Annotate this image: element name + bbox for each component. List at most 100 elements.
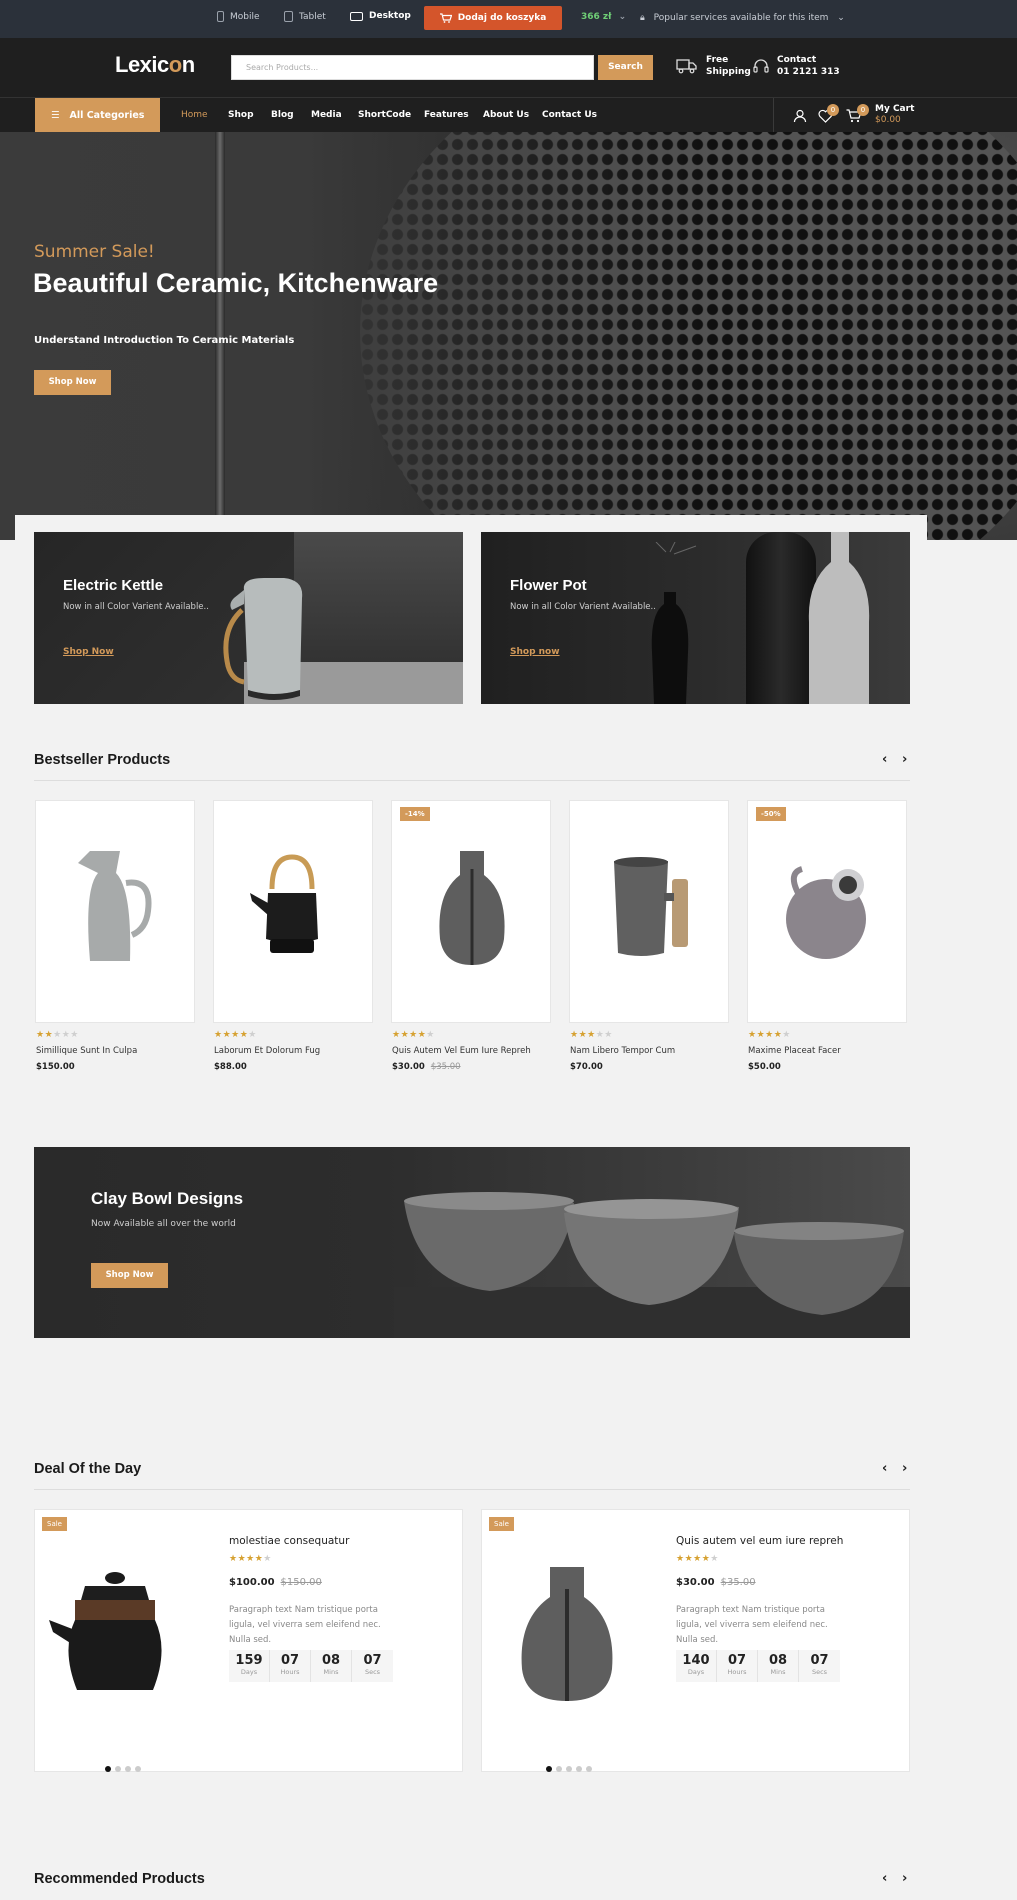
device-tablet[interactable]: Tablet — [284, 11, 326, 22]
rating-stars: ★★★★★ — [392, 1030, 435, 1040]
truck-icon — [676, 59, 697, 74]
price-dropdown[interactable]: 366 zł ⌄ — [581, 12, 626, 22]
deal-card[interactable]: Sale Quis autem vel eum iure repreh ★★★★… — [481, 1509, 910, 1772]
nav-about[interactable]: About Us — [483, 110, 529, 120]
rating-stars: ★★★★★ — [676, 1554, 719, 1564]
clay-shop-now-button[interactable]: Shop Now — [91, 1263, 168, 1288]
add-to-cart-label: Dodaj do koszyka — [457, 13, 547, 23]
promo-subtitle: Now in all Color Varient Available.. — [63, 602, 209, 612]
product-name[interactable]: Laborum Et Dolorum Fug — [214, 1046, 320, 1056]
kettle-image — [223, 578, 303, 700]
prev-arrow-icon[interactable]: ‹ — [882, 752, 887, 767]
logo-text: Lexic — [115, 52, 169, 77]
nav-features[interactable]: Features — [424, 110, 469, 120]
countdown-secs: 07 Secs — [810, 1653, 829, 1677]
price-value: 366 zł — [581, 12, 612, 22]
next-arrow-icon[interactable]: › — [902, 752, 907, 767]
promo-flower-pot[interactable]: Flower Pot Now in all Color Varient Avai… — [481, 532, 910, 704]
product-image-round-jug — [786, 866, 866, 959]
device-tablet-label: Tablet — [299, 11, 326, 22]
deal-image-carafe — [521, 1567, 613, 1701]
deal-product-name[interactable]: molestiae consequatur — [229, 1535, 349, 1547]
carousel-dots[interactable] — [546, 1757, 596, 1776]
deal-card[interactable]: Sale molestiae consequatur ★★★★★ $100.00… — [34, 1509, 463, 1772]
cart-count-badge: 0 — [857, 104, 869, 116]
discount-badge: -14% — [400, 807, 430, 821]
nav-blog[interactable]: Blog — [271, 110, 294, 120]
free-shipping: Free Shipping — [676, 54, 751, 78]
next-arrow-icon[interactable]: › — [902, 1461, 907, 1476]
product-price: $150.00 — [36, 1062, 75, 1072]
product-name[interactable]: Quis Autem Vel Eum Iure Repreh — [392, 1046, 531, 1056]
nav-divider — [773, 98, 774, 132]
clay-title: Clay Bowl Designs — [91, 1189, 244, 1208]
search-button[interactable]: Search — [598, 55, 653, 80]
deal-product-name[interactable]: Quis autem vel eum iure repreh — [676, 1535, 843, 1547]
promo-electric-kettle[interactable]: Electric Kettle Now in all Color Varient… — [34, 532, 463, 704]
account-icon[interactable] — [793, 108, 807, 127]
chevron-down-icon: ⌄ — [837, 13, 845, 23]
deal-price: $100.00 $150.00 — [229, 1577, 322, 1588]
contact-phone: 01 2121 313 — [777, 67, 840, 77]
my-cart[interactable]: My Cart $0.00 — [875, 104, 914, 126]
logo-text-end: n — [181, 52, 195, 77]
rating-stars: ★★★★★ — [36, 1030, 79, 1040]
prev-arrow-icon[interactable]: ‹ — [882, 1871, 887, 1886]
carousel-dots[interactable] — [105, 1757, 145, 1776]
hero-banner: Summer Sale! Beautiful Ceramic, Kitchenw… — [0, 132, 1017, 540]
product-name[interactable]: Nam Libero Tempor Cum — [570, 1046, 675, 1056]
countdown-days: 159 Days — [229, 1650, 270, 1682]
promo-shop-now-link[interactable]: Shop now — [510, 647, 560, 657]
nav-home[interactable]: Home — [181, 110, 208, 120]
nav-shop[interactable]: Shop — [228, 110, 254, 120]
rating-stars: ★★★★★ — [214, 1030, 257, 1040]
device-mobile[interactable]: Mobile — [217, 11, 260, 22]
product-name[interactable]: Simillique Sunt In Culpa — [36, 1046, 137, 1056]
promo-shop-now-link[interactable]: Shop Now — [63, 647, 114, 657]
countdown-mins: 08 Mins — [758, 1650, 799, 1682]
main-nav: ☰ All Categories Home Shop Blog Media Sh… — [0, 97, 1017, 132]
countdown-mins: 08 Mins — [311, 1650, 352, 1682]
shipping-line1: Free — [706, 55, 729, 65]
deal-title: Deal Of the Day — [34, 1461, 142, 1477]
nav-media[interactable]: Media — [311, 110, 342, 120]
discount-badge: -50% — [756, 807, 786, 821]
cart-total: $0.00 — [875, 115, 901, 125]
recommended-title: Recommended Products — [34, 1871, 205, 1887]
bowls-image — [394, 1192, 910, 1338]
search-input[interactable]: Search Products... — [231, 55, 594, 80]
product-name[interactable]: Maxime Placeat Facer — [748, 1046, 841, 1056]
device-desktop[interactable]: Desktop — [350, 11, 411, 21]
prev-arrow-icon[interactable]: ‹ — [882, 1461, 887, 1476]
deal-description: Paragraph text Nam tristique porta ligul… — [229, 1605, 381, 1645]
nav-shortcode[interactable]: ShortCode — [358, 110, 411, 120]
next-arrow-icon[interactable]: › — [902, 1871, 907, 1886]
hero-shop-now-button[interactable]: Shop Now — [34, 370, 111, 395]
countdown-hours: 07 Hours — [270, 1650, 311, 1682]
countdown-timer: 140 Days 07 Hours 08 Mins 07 Secs — [676, 1650, 840, 1682]
countdown-timer: 159 Days 07 Hours 08 Mins 07 Secs — [229, 1650, 393, 1682]
product-card[interactable] — [35, 800, 195, 1023]
add-to-cart-button[interactable]: Dodaj do koszyka — [424, 6, 562, 30]
mobile-icon — [217, 11, 224, 22]
promo-title: Flower Pot — [510, 577, 587, 594]
product-price: $50.00 — [748, 1062, 781, 1072]
bestseller-title: Bestseller Products — [34, 752, 171, 768]
all-categories-button[interactable]: ☰ All Categories — [35, 98, 160, 132]
desktop-icon — [350, 11, 363, 21]
product-card[interactable]: -14% — [391, 800, 551, 1023]
deal-description: Paragraph text Nam tristique porta ligul… — [676, 1605, 828, 1645]
site-logo[interactable]: Lexicon — [115, 52, 195, 78]
popular-services-dropdown[interactable]: 🔒︎ Popular services available for this i… — [640, 13, 845, 23]
product-price: $70.00 — [570, 1062, 603, 1072]
product-card[interactable]: -50% — [747, 800, 907, 1023]
contact-info: Contact 01 2121 313 — [753, 54, 840, 78]
product-card[interactable] — [569, 800, 729, 1023]
promo-title: Electric Kettle — [63, 577, 164, 594]
all-categories-label: All Categories — [69, 109, 145, 121]
wishlist-count-badge: 0 — [827, 104, 839, 116]
product-card[interactable] — [213, 800, 373, 1023]
clay-bowl-banner[interactable]: Clay Bowl Designs Now Available all over… — [34, 1147, 910, 1338]
nav-contact[interactable]: Contact Us — [542, 110, 597, 120]
preview-bar: Mobile Tablet Desktop Dodaj do koszyka 3… — [0, 0, 1017, 38]
